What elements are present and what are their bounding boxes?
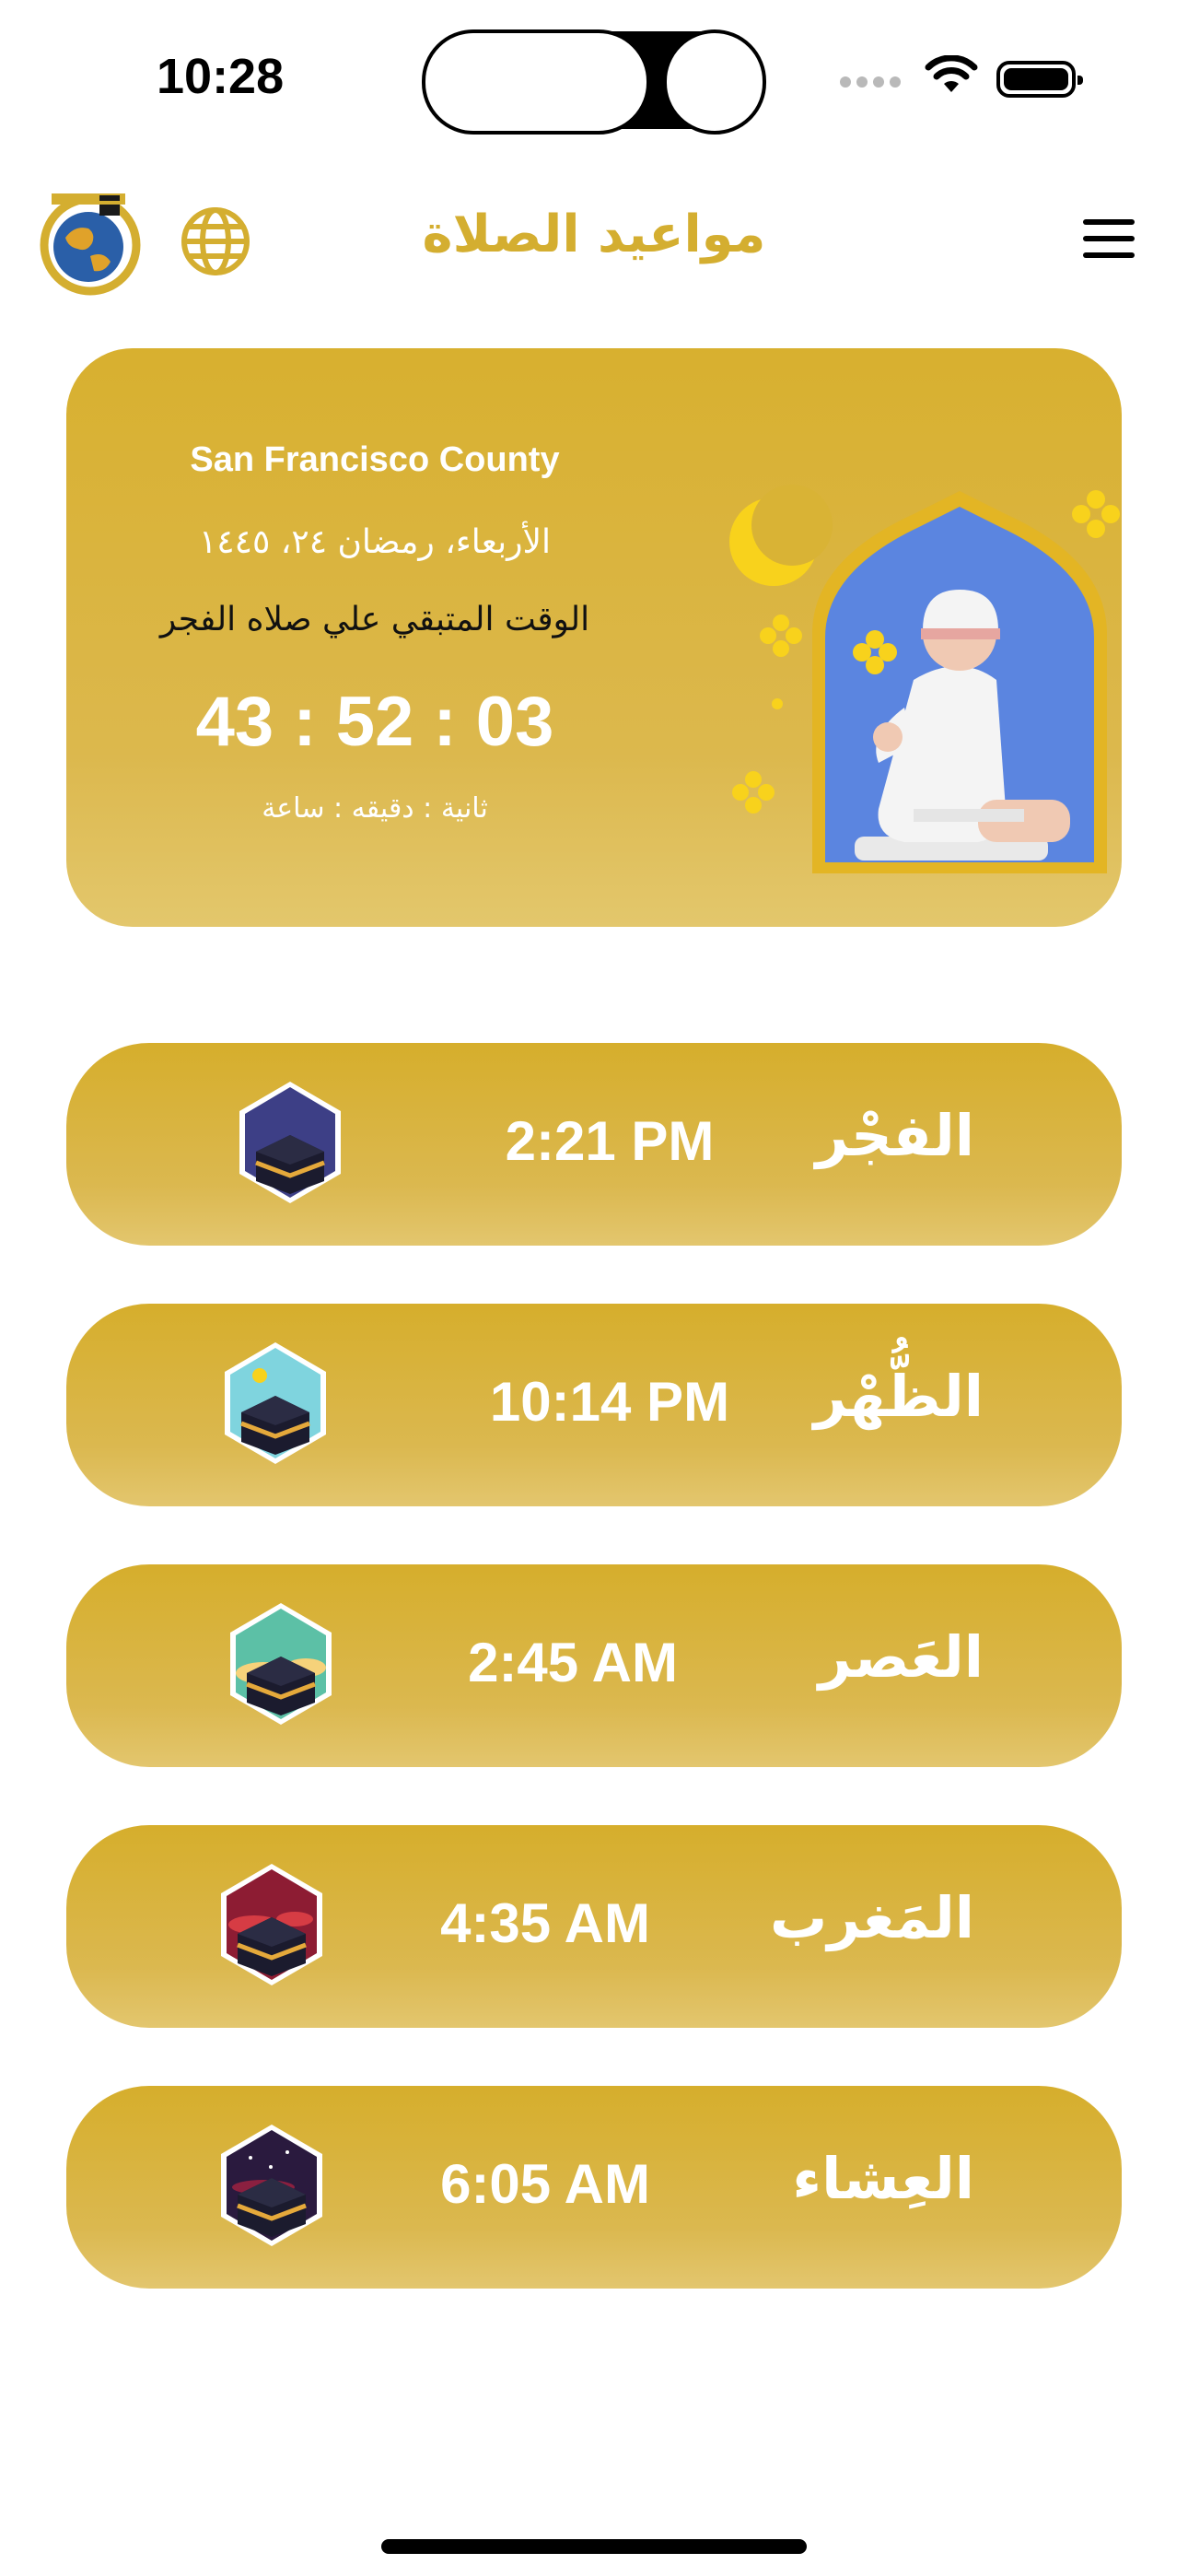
app-logo	[40, 193, 141, 296]
countdown-units: ثانية : دقيقه : ساعة	[262, 792, 488, 825]
signal-icon	[840, 74, 906, 88]
wifi-icon	[925, 55, 978, 92]
prayer-time: 2:21 PM	[505, 1110, 715, 1172]
prayer-row-maghrib[interactable]: المَغرب 4:35 AM	[66, 1825, 1122, 2028]
status-bar-time: 10:28	[157, 49, 285, 104]
remaining-time-label: الوقت المتبقي علي صلاه الفجر	[159, 601, 590, 638]
prayer-name: المَغرب	[770, 1884, 974, 1951]
prayer-name: العَصر	[818, 1623, 984, 1691]
maghrib-kaaba-icon	[221, 1864, 322, 1985]
prayer-name: الفجْر	[815, 1102, 974, 1169]
next-prayer-card: San Francisco County الأربعاء، رمضان ٢٤،…	[66, 348, 1122, 927]
location-name: San Francisco County	[190, 440, 560, 479]
prayer-row-isha[interactable]: العِشاء 6:05 AM	[66, 2086, 1122, 2289]
prayer-row-asr[interactable]: العَصر 2:45 AM	[66, 1564, 1122, 1767]
prayer-row-dhuhr[interactable]: الظُّهْر 10:14 PM	[66, 1304, 1122, 1506]
prayer-time: 4:35 AM	[440, 1892, 650, 1954]
praying-man-illustration	[729, 485, 1120, 873]
hamburger-menu-icon[interactable]	[1083, 219, 1135, 262]
prayer-name: العِشاء	[792, 2145, 974, 2212]
asr-kaaba-icon	[230, 1603, 332, 1725]
status-icons	[840, 55, 1089, 101]
fajr-kaaba-icon	[239, 1082, 341, 1203]
home-indicator[interactable]	[381, 2539, 807, 2554]
prayer-time: 2:45 AM	[468, 1632, 678, 1693]
dhuhr-kaaba-icon	[225, 1342, 326, 1464]
hijri-date: الأربعاء، رمضان ٢٤، ١٤٤٥	[198, 523, 552, 561]
prayer-name: الظُّهْر	[813, 1363, 984, 1430]
language-globe-icon[interactable]	[179, 205, 252, 278]
battery-icon	[996, 61, 1083, 98]
countdown-timer: 43 : 52 : 03	[195, 683, 554, 761]
dynamic-island	[422, 29, 766, 135]
isha-kaaba-icon	[221, 2125, 322, 2246]
page-title: مواعيد الصلاة	[422, 205, 766, 264]
prayer-time: 10:14 PM	[489, 1371, 730, 1433]
prayer-time: 6:05 AM	[440, 2153, 650, 2215]
prayer-row-fajr[interactable]: الفجْر 2:21 PM	[66, 1043, 1122, 1246]
